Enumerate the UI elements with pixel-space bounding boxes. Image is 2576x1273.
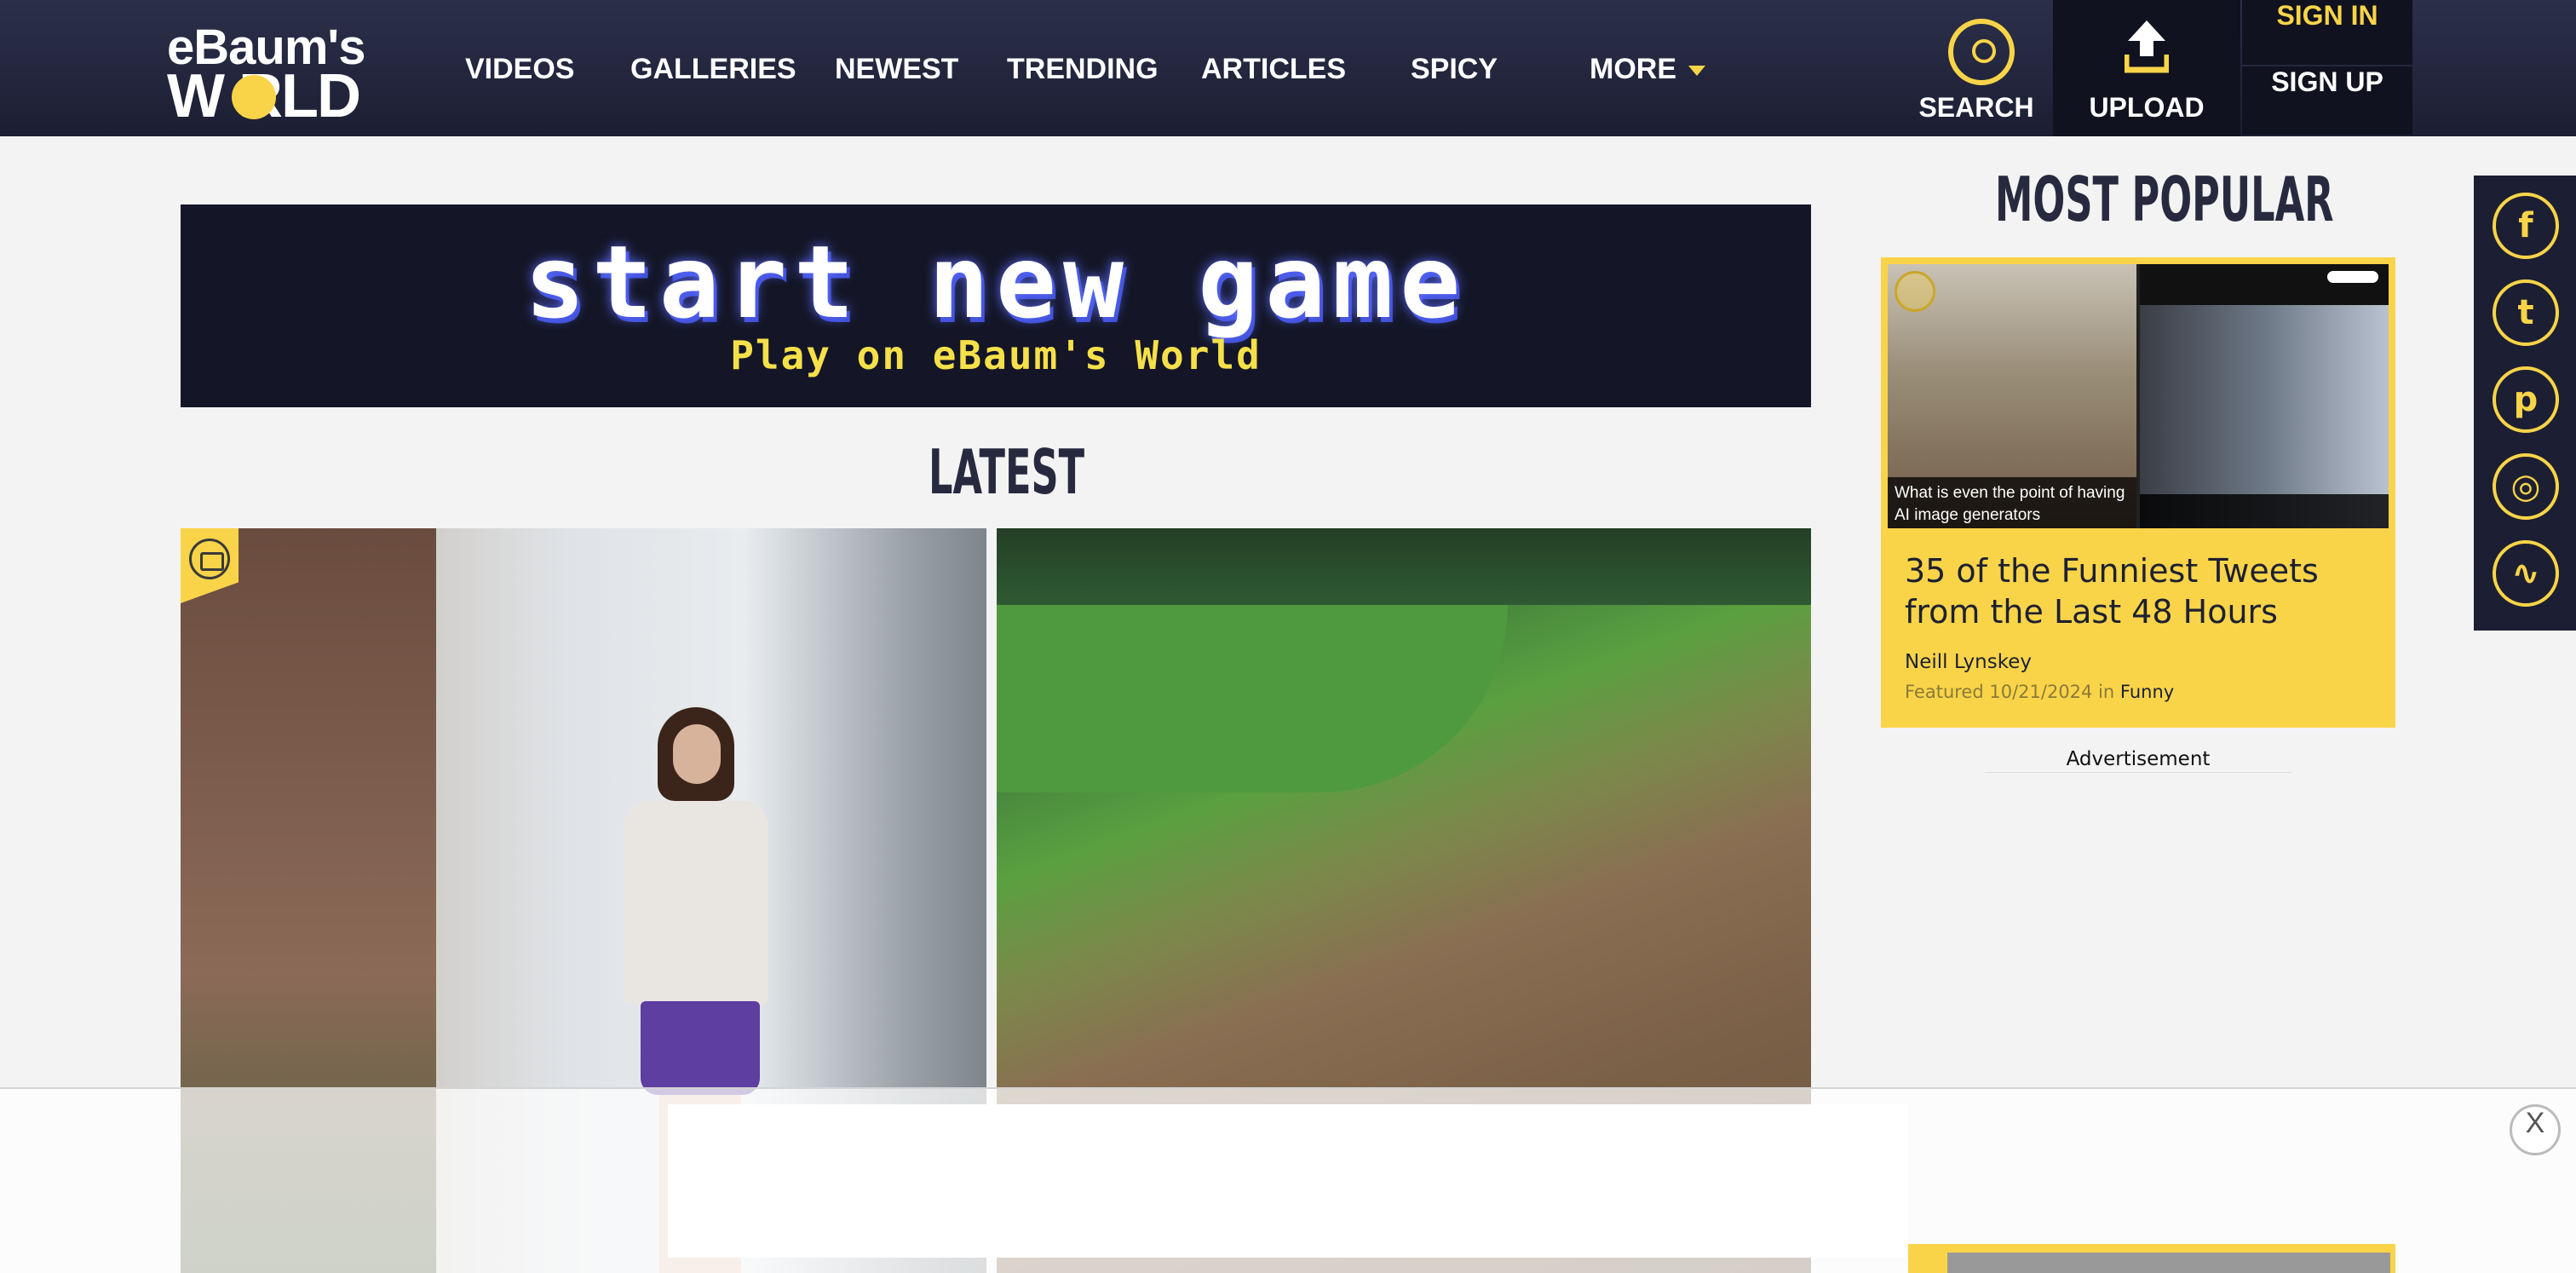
- gallery-icon: [1895, 271, 1935, 312]
- nav-videos[interactable]: VIDEOS: [465, 53, 574, 86]
- upload-icon: [2125, 20, 2169, 73]
- gallery-icon: [189, 539, 230, 579]
- pinterest-icon[interactable]: p: [2493, 366, 2559, 433]
- site-logo[interactable]: eBaum's W RLD: [167, 19, 405, 130]
- facebook-icon[interactable]: f: [2493, 193, 2559, 259]
- image-caption: What is even the point of having AI imag…: [1888, 477, 2136, 528]
- next-popular-card[interactable]: [1908, 1244, 2395, 1273]
- chevron-down-icon: [1688, 66, 1705, 77]
- globe-icon: [232, 75, 276, 119]
- nav-spicy[interactable]: SPICY: [1411, 53, 1498, 86]
- social-share-bar: f t p ◎ ∿: [2474, 176, 2576, 631]
- close-ad-button[interactable]: X: [2510, 1104, 2561, 1155]
- upload-label: UPLOAD: [2089, 92, 2205, 123]
- popular-article-title[interactable]: 35 of the Funniest Tweets from the Last …: [1905, 550, 2382, 632]
- tree-line-graphic: [997, 528, 1811, 605]
- field-graphic: [997, 605, 1508, 792]
- article-author[interactable]: Neill Lynskey: [1905, 651, 2032, 673]
- category-link[interactable]: Funny: [2120, 682, 2174, 702]
- featured-date: Featured 10/21/2024 in: [1905, 682, 2115, 702]
- popular-article-image: What is even the point of having AI imag…: [1888, 264, 2389, 528]
- bottom-ad-slot[interactable]: [668, 1104, 1908, 1258]
- instagram-icon[interactable]: ◎: [2493, 453, 2559, 520]
- sign-up-button[interactable]: SIGN UP: [2242, 66, 2412, 135]
- search-icon: [1948, 19, 2015, 85]
- rss-icon[interactable]: ∿: [2493, 540, 2559, 607]
- nav-more[interactable]: MORE: [1590, 53, 1705, 86]
- banner-subline: Play on eBaum's World: [730, 332, 1262, 378]
- article-meta: Featured 10/21/2024 in Funny: [1905, 682, 2174, 702]
- advertisement-label: Advertisement: [1985, 748, 2291, 773]
- banner-headline: start new game: [524, 223, 1468, 341]
- most-popular-heading: MOST POPULAR: [1995, 164, 2334, 235]
- nav-newest[interactable]: NEWEST: [835, 53, 958, 86]
- latest-heading: LATEST: [929, 436, 1085, 508]
- search-button[interactable]: SEARCH: [1908, 0, 2044, 136]
- top-navigation: eBaum's W RLD VIDEOS GALLERIES NEWEST TR…: [0, 0, 2576, 136]
- game-promo-banner[interactable]: start new game Play on eBaum's World: [181, 204, 1811, 407]
- nav-trending[interactable]: TRENDING: [1007, 53, 1159, 86]
- twitter-icon[interactable]: t: [2493, 279, 2559, 346]
- popular-article-card[interactable]: What is even the point of having AI imag…: [1881, 257, 2395, 728]
- nav-articles[interactable]: ARTICLES: [1201, 53, 1346, 86]
- search-label: SEARCH: [1918, 92, 2034, 123]
- nav-galleries[interactable]: GALLERIES: [630, 53, 796, 86]
- upload-button[interactable]: UPLOAD: [2053, 0, 2240, 136]
- nav-more-label: MORE: [1590, 53, 1676, 85]
- sign-in-button[interactable]: SIGN IN: [2242, 0, 2412, 65]
